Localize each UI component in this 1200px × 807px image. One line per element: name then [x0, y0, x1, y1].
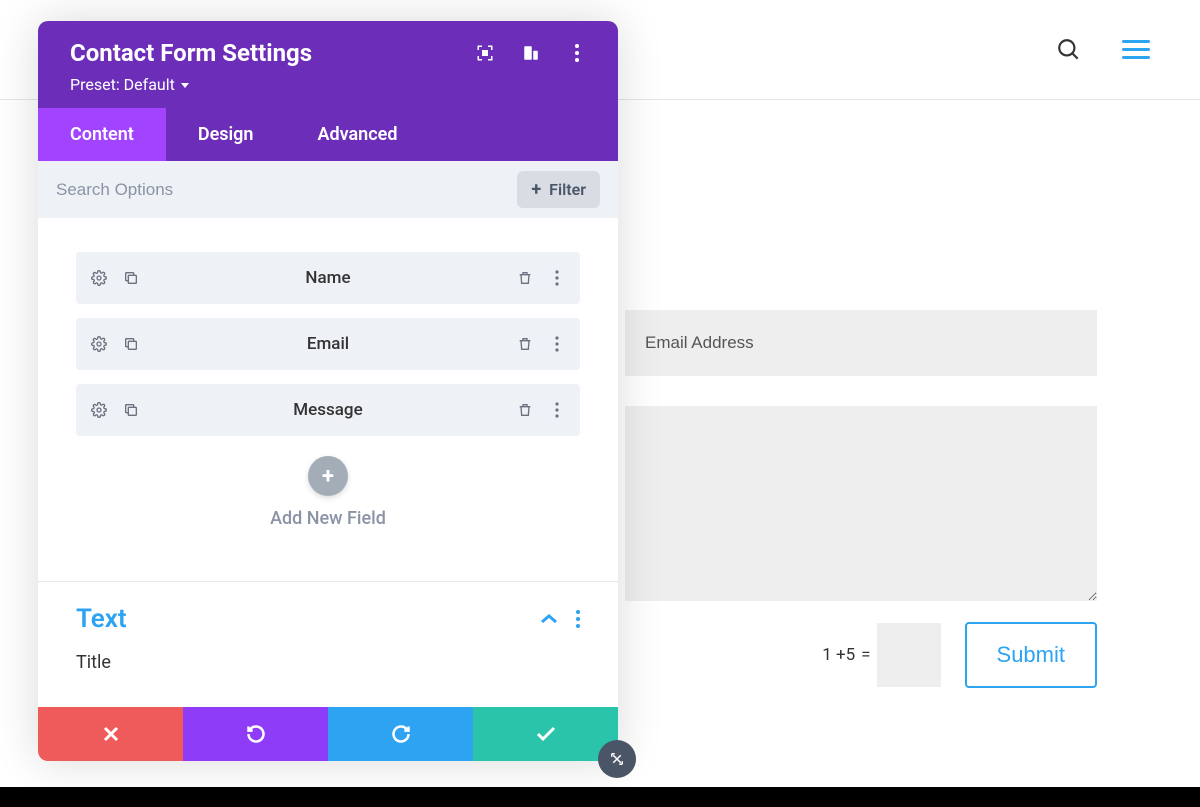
- field-item-message[interactable]: Message: [76, 384, 580, 436]
- text-section-heading: Text: [76, 604, 127, 634]
- modal-body[interactable]: + Filter Name Em: [38, 161, 618, 707]
- filter-button[interactable]: + Filter: [517, 171, 600, 208]
- modal-footer: [38, 707, 618, 761]
- focus-icon[interactable]: [476, 44, 494, 62]
- settings-modal: Contact Form Settings Preset: Default Co…: [38, 21, 618, 761]
- search-icon[interactable]: [1056, 37, 1082, 63]
- title-field-label: Title: [76, 652, 580, 673]
- modal-header: Contact Form Settings Preset: Default: [38, 21, 618, 108]
- add-field-button[interactable]: +: [308, 456, 348, 496]
- trash-icon[interactable]: [516, 335, 534, 353]
- save-button[interactable]: [473, 707, 618, 761]
- gear-icon[interactable]: [90, 335, 108, 353]
- captcha-equals: =: [861, 645, 870, 665]
- cancel-button[interactable]: [38, 707, 183, 761]
- tab-content[interactable]: Content: [38, 108, 166, 161]
- more-icon[interactable]: [548, 269, 566, 287]
- captcha-question: 1 +5: [822, 645, 855, 665]
- tab-design[interactable]: Design: [166, 108, 286, 161]
- message-field[interactable]: [625, 406, 1097, 601]
- duplicate-icon[interactable]: [122, 401, 140, 419]
- gear-icon[interactable]: [90, 269, 108, 287]
- collapse-icon[interactable]: [540, 613, 558, 625]
- more-icon[interactable]: [548, 335, 566, 353]
- redo-button[interactable]: [328, 707, 473, 761]
- fields-section: Name Email: [38, 218, 618, 553]
- tab-advanced[interactable]: Advanced: [285, 108, 429, 161]
- footer-bar: [0, 787, 1200, 807]
- plus-icon: +: [531, 179, 541, 200]
- text-section: Text Title: [38, 582, 618, 689]
- more-options-icon[interactable]: [568, 44, 586, 62]
- field-label: Message: [140, 400, 516, 420]
- captcha: 1 +5 =: [822, 623, 940, 687]
- field-item-email[interactable]: Email: [76, 318, 580, 370]
- duplicate-icon[interactable]: [122, 335, 140, 353]
- search-options-input[interactable]: [56, 180, 517, 200]
- field-label: Name: [140, 268, 516, 288]
- expand-resize-button[interactable]: [598, 740, 636, 778]
- modal-tabs: Content Design Advanced: [38, 108, 618, 161]
- submit-row: 1 +5 = Submit: [625, 622, 1097, 688]
- captcha-answer-field[interactable]: [877, 623, 941, 687]
- field-item-name[interactable]: Name: [76, 252, 580, 304]
- gear-icon[interactable]: [90, 401, 108, 419]
- search-row: + Filter: [38, 161, 618, 218]
- field-label: Email: [140, 334, 516, 354]
- hamburger-menu-icon[interactable]: [1122, 40, 1150, 59]
- add-new-field: + Add New Field: [76, 456, 580, 529]
- add-field-label: Add New Field: [76, 508, 580, 529]
- filter-label: Filter: [549, 180, 586, 199]
- preset-dropdown[interactable]: Preset: Default: [70, 75, 586, 94]
- contact-form-preview: 1 +5 = Submit: [625, 310, 1097, 688]
- duplicate-icon[interactable]: [122, 269, 140, 287]
- more-icon[interactable]: [548, 401, 566, 419]
- responsive-view-icon[interactable]: [522, 44, 540, 62]
- undo-button[interactable]: [183, 707, 328, 761]
- email-field[interactable]: [625, 310, 1097, 376]
- trash-icon[interactable]: [516, 269, 534, 287]
- submit-button[interactable]: Submit: [965, 622, 1097, 688]
- more-icon[interactable]: [576, 610, 580, 628]
- modal-title: Contact Form Settings: [70, 39, 312, 67]
- trash-icon[interactable]: [516, 401, 534, 419]
